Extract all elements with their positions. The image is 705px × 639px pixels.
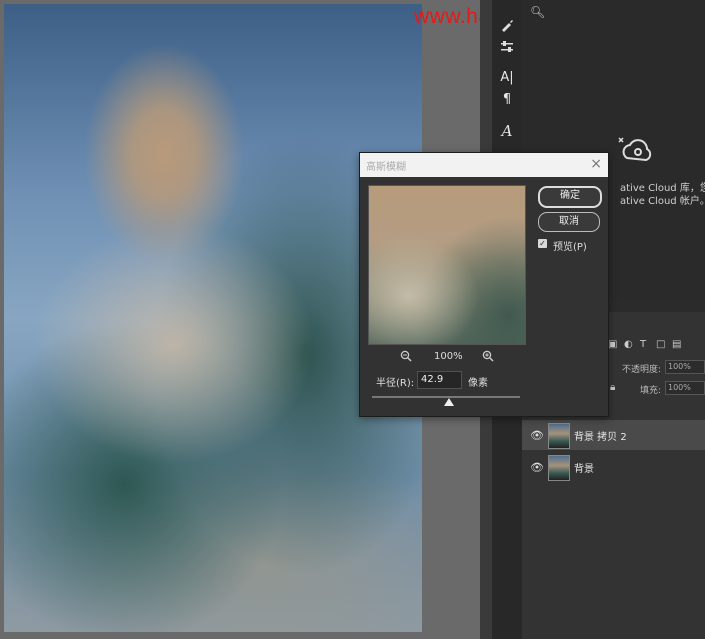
brush-icon[interactable] <box>492 18 522 35</box>
radius-slider-handle[interactable] <box>444 398 454 406</box>
dialog-titlebar[interactable]: 高斯模糊 × <box>360 153 608 177</box>
layer-row[interactable]: 👁︎ 背景 拷贝 2 <box>522 420 705 450</box>
creative-cloud-libraries-icon <box>618 137 652 162</box>
layer-thumbnail <box>548 455 570 481</box>
unit-label: 像素 <box>468 378 488 389</box>
paragraph-icon[interactable]: ¶ <box>492 92 522 107</box>
layer-name: 背景 拷贝 2 <box>574 432 627 443</box>
cancel-button[interactable]: 取消 <box>538 212 600 232</box>
character-panel-icon[interactable]: A| <box>492 70 522 85</box>
type-filter-icon[interactable]: T <box>640 339 646 350</box>
radius-input[interactable]: 42.9 <box>417 371 462 389</box>
zoom-in-icon[interactable] <box>482 350 494 365</box>
opacity-input[interactable]: 100% <box>665 360 705 374</box>
layer-name: 背景 <box>574 464 594 475</box>
blur-preview[interactable] <box>368 185 526 345</box>
zoom-out-icon[interactable] <box>400 350 412 365</box>
preview-checkbox[interactable]: ✓ <box>538 239 547 248</box>
layer-row[interactable]: 👁︎ 背景 <box>522 452 705 482</box>
pixel-filter-icon[interactable]: ▣ <box>608 339 617 350</box>
gaussian-blur-dialog: 高斯模糊 × 确定 取消 ✓ 预览(P) 100% 半径(R): 42.9 像素 <box>359 152 609 417</box>
preview-checkbox-label: 预览(P) <box>553 242 587 253</box>
fill-label: 填充: <box>640 386 662 396</box>
zoom-level: 100% <box>434 351 463 362</box>
adjustment-sliders-icon[interactable] <box>492 40 522 57</box>
glyphs-icon[interactable]: A <box>492 122 522 140</box>
close-icon[interactable]: × <box>590 156 602 172</box>
adjustment-filter-icon[interactable]: ◐ <box>624 339 633 350</box>
eye-icon[interactable]: 👁︎ <box>530 461 544 474</box>
search-icon[interactable]: 🔍︎ <box>530 5 545 19</box>
eye-icon[interactable]: 👁︎ <box>530 429 544 442</box>
layer-thumbnail <box>548 423 570 449</box>
lock-icon[interactable]: 🔒︎ <box>610 382 615 393</box>
smart-object-filter-icon[interactable]: ▤ <box>672 339 681 350</box>
shape-filter-icon[interactable]: □ <box>656 339 665 350</box>
opacity-label: 不透明度: <box>622 365 662 375</box>
radius-label: 半径(R): <box>376 378 415 389</box>
ok-button[interactable]: 确定 <box>538 186 602 208</box>
cc-message-line-2: ative Cloud 帐户。 <box>620 196 705 207</box>
fill-input[interactable]: 100% <box>665 381 705 395</box>
dialog-title: 高斯模糊 <box>366 162 406 173</box>
